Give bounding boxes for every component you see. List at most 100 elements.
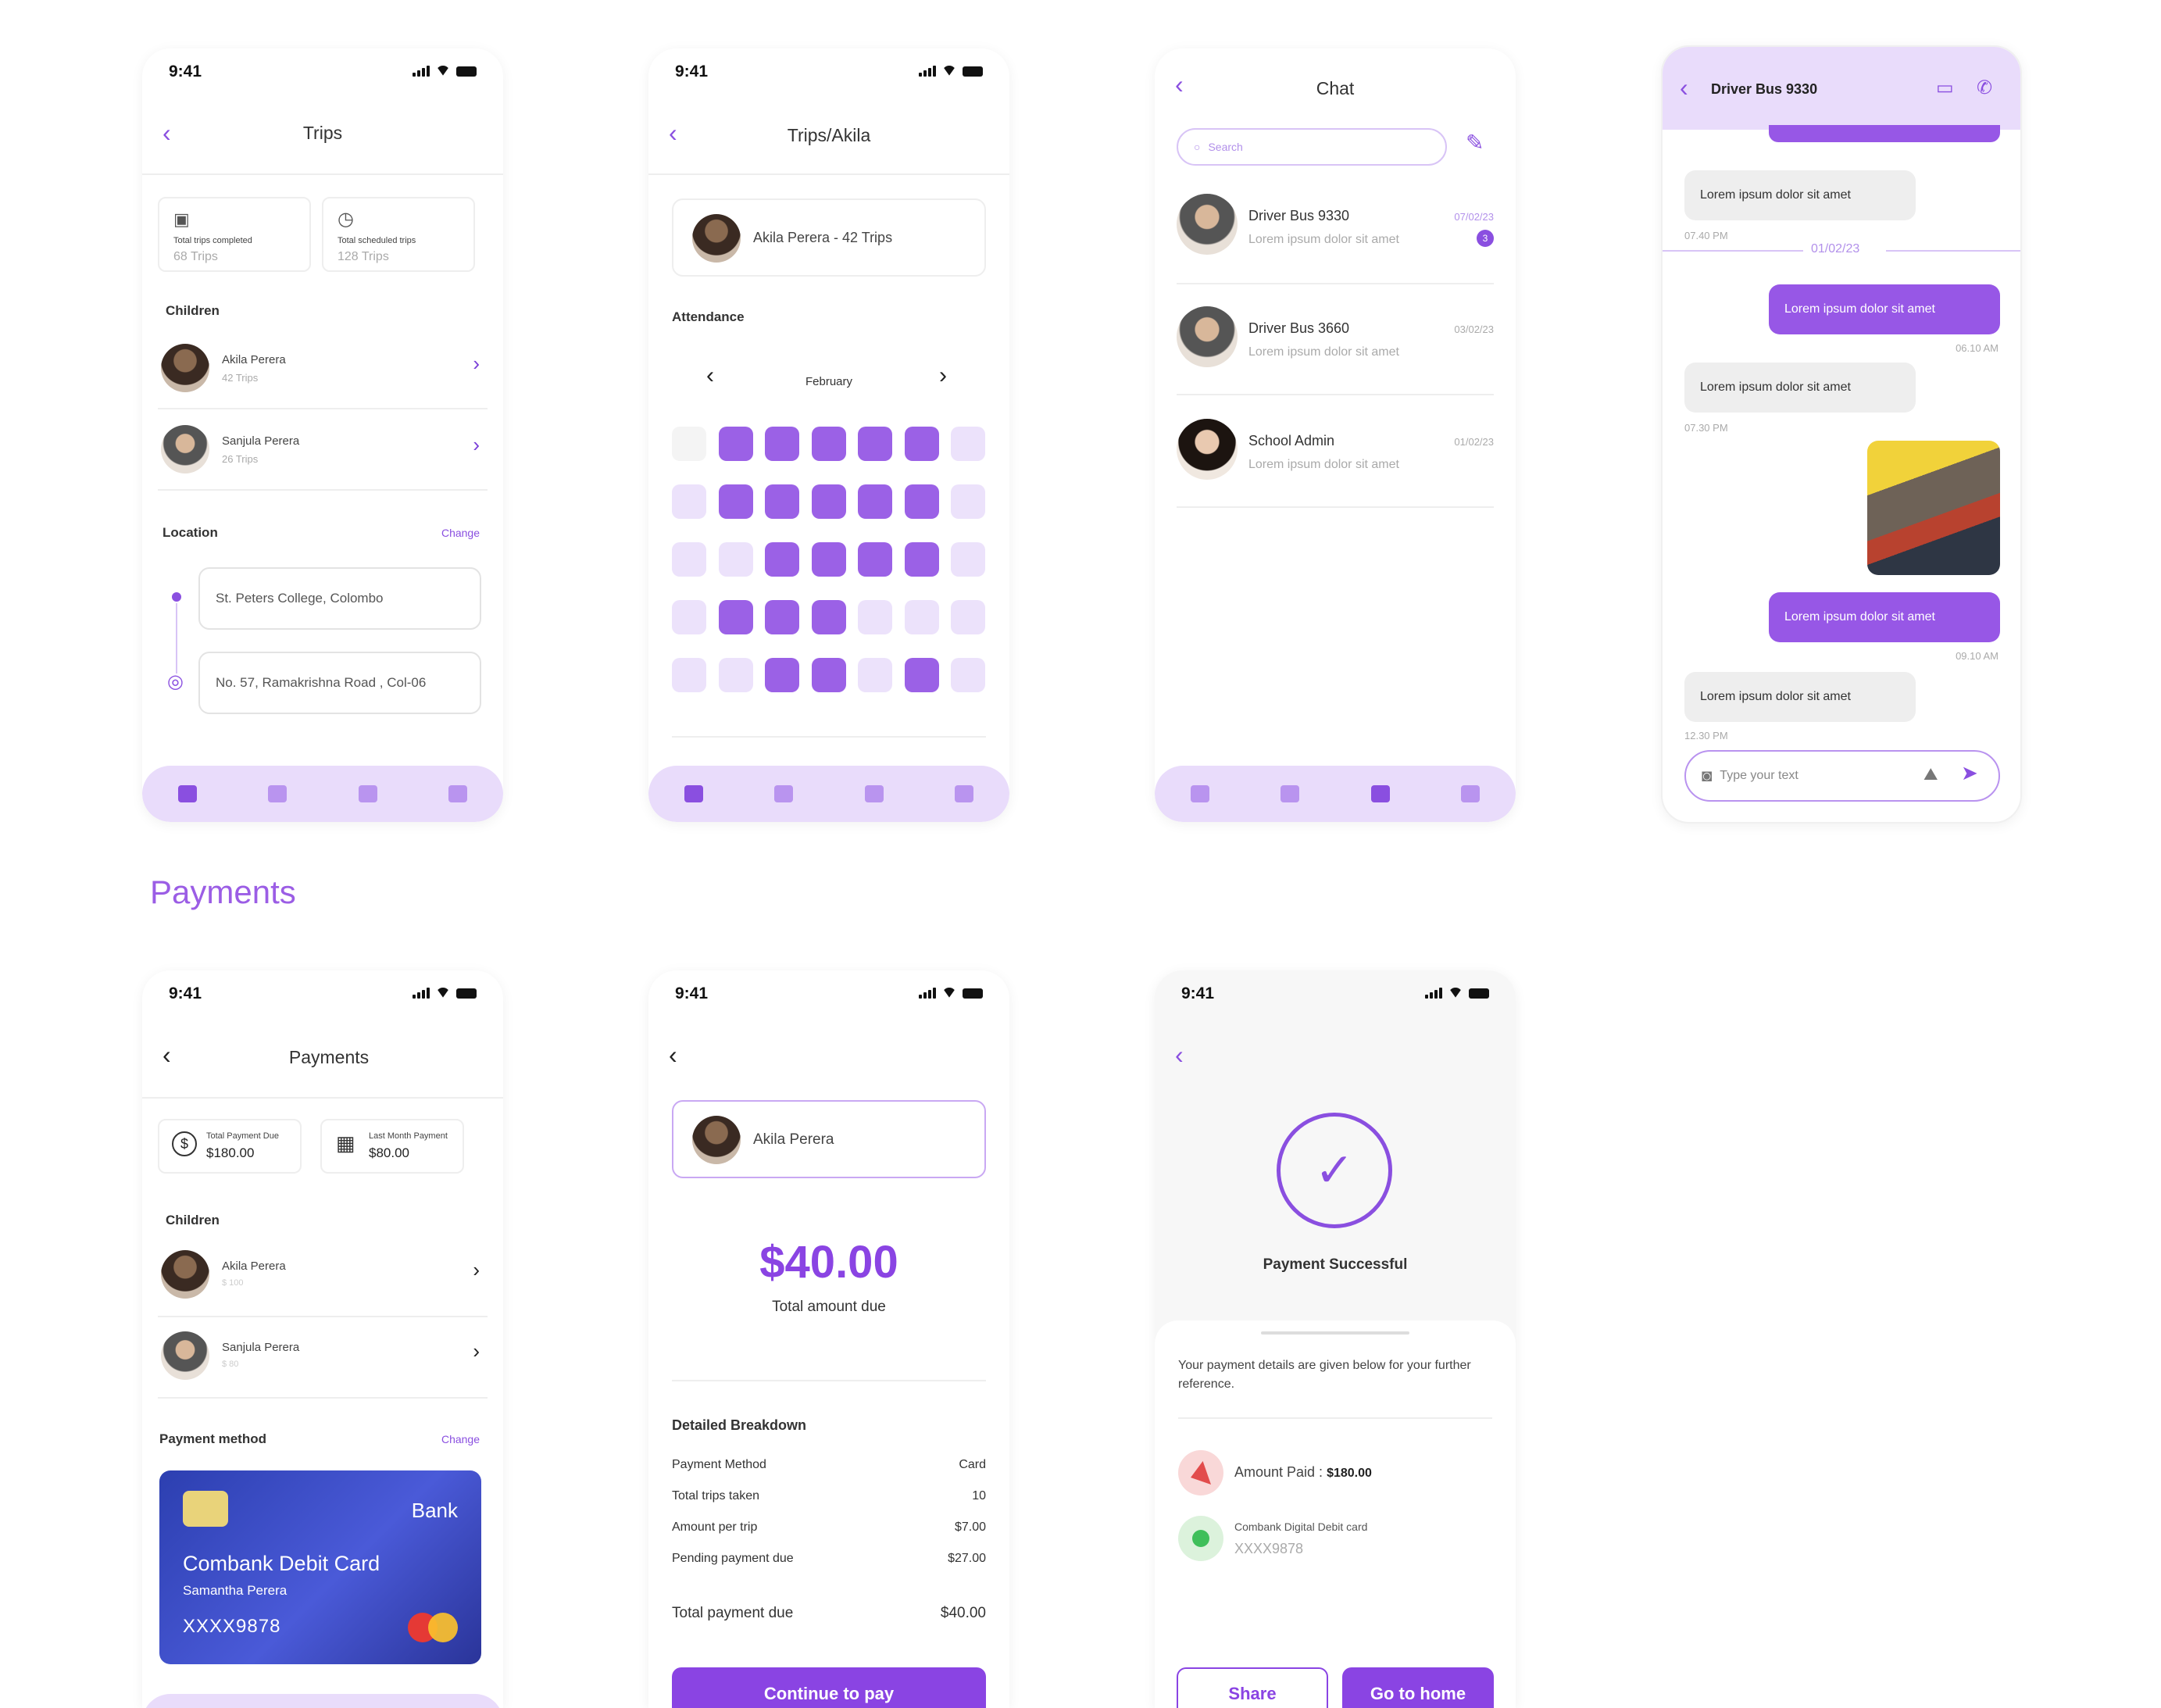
card-icon[interactable] — [448, 785, 468, 802]
child-row[interactable]: Sanjula Perera $ 80 › — [158, 1328, 488, 1395]
status-bar: 9:41 — [648, 970, 1009, 1033]
divider — [648, 173, 1009, 175]
phone-icon[interactable]: ✆ — [1977, 77, 1992, 99]
next-month-button[interactable]: › — [939, 363, 947, 389]
attendance-day — [811, 542, 846, 577]
home-icon[interactable] — [1190, 785, 1209, 802]
status-icons — [919, 988, 983, 999]
stat-label: Total trips completed — [173, 236, 252, 245]
chat-icon[interactable] — [864, 785, 884, 802]
stat-card-last: ▦ Last Month Payment $80.00 — [320, 1119, 464, 1174]
bottom-nav — [1155, 766, 1516, 822]
message-time: 12.30 PM — [1684, 730, 1728, 741]
to-field[interactable]: No. 57, Ramakrishna Road , Col-06 — [198, 652, 481, 714]
chat-row[interactable]: Driver Bus 3660 Lorem ipsum dolor sit am… — [1177, 306, 1494, 406]
attendance-day — [765, 658, 799, 692]
attendance-day — [765, 600, 799, 634]
chat-icon[interactable] — [358, 785, 377, 802]
share-button[interactable]: Share — [1177, 1667, 1328, 1708]
camera-icon[interactable]: ◙ — [1702, 766, 1712, 786]
home-icon[interactable] — [684, 785, 703, 802]
divider — [158, 489, 488, 491]
continue-to-pay-button[interactable]: Continue to pay — [672, 1667, 986, 1708]
bus-icon[interactable] — [1281, 785, 1300, 802]
bus-icon: ▣ — [173, 209, 190, 229]
chat-name: School Admin — [1248, 433, 1335, 448]
amount-paid-value: $180.00 — [1327, 1467, 1372, 1480]
attendance-day — [765, 484, 799, 519]
child-row[interactable]: Akila Perera $ 100 › — [158, 1247, 488, 1314]
child-sub: $ 100 — [222, 1278, 244, 1288]
bus-icon[interactable] — [774, 785, 794, 802]
message-bubble-in: Lorem ipsum dolor sit amet — [1684, 170, 1916, 220]
from-field[interactable]: St. Peters College, Colombo — [198, 567, 481, 630]
image-icon[interactable]: ⛰ — [1923, 764, 1938, 784]
child-name: Sanjula Perera — [222, 1341, 300, 1354]
home-icon[interactable] — [177, 785, 197, 802]
amount-due-label: Total amount due — [772, 1299, 886, 1315]
row-value: 10 — [972, 1489, 986, 1503]
attendance-day — [951, 658, 985, 692]
search-input[interactable]: ○ Search — [1177, 128, 1447, 166]
divider — [142, 1097, 503, 1099]
bottom-nav — [648, 766, 1009, 822]
back-button[interactable]: ‹ — [669, 1042, 677, 1067]
status-bar: 9:41 — [1155, 970, 1516, 1033]
divider — [1178, 1417, 1492, 1419]
payment-method-heading: Payment method — [159, 1431, 266, 1446]
attendance-day — [904, 427, 939, 461]
card-icon — [1178, 1516, 1223, 1561]
change-link[interactable]: Change — [441, 1433, 480, 1445]
battery-icon — [456, 66, 477, 77]
attendance-day — [811, 658, 846, 692]
go-to-home-button[interactable]: Go to home — [1342, 1667, 1494, 1708]
back-button[interactable]: ‹ — [1680, 75, 1688, 100]
child-selector[interactable]: Akila Perera - 42 Trips — [672, 198, 986, 277]
breakdown-row: Payment Method Card — [672, 1458, 986, 1472]
chat-list-screen: ‹ Chat ○ Search ✎ Driver Bus 9330 Lorem … — [1155, 48, 1516, 822]
send-icon[interactable]: ➤ — [1961, 761, 1978, 785]
video-call-icon[interactable]: ▭ — [1936, 77, 1954, 99]
details-sheet: Your payment details are given below for… — [1155, 1320, 1516, 1708]
bank-card[interactable]: Bank Combank Debit Card Samantha Perera … — [159, 1470, 481, 1664]
battery-icon — [963, 988, 983, 999]
child-row[interactable]: Sanjula Perera 26 Trips › — [158, 422, 488, 488]
card-number: XXXX9878 — [1234, 1541, 1304, 1556]
child-row[interactable]: Akila Perera 42 Trips › — [158, 341, 488, 414]
status-icons — [413, 988, 477, 999]
chevron-right-icon: › — [473, 352, 480, 375]
divider — [158, 408, 488, 409]
back-button[interactable]: ‹ — [1175, 1042, 1184, 1067]
child-selector[interactable]: Akila Perera — [672, 1100, 986, 1178]
avatar — [1177, 194, 1238, 255]
row-label: Pending payment due — [672, 1552, 794, 1565]
wifi-icon — [436, 66, 450, 77]
card-icon[interactable] — [955, 785, 974, 802]
chat-row[interactable]: School Admin Lorem ipsum dolor sit amet … — [1177, 419, 1494, 519]
message-input[interactable]: ◙ Type your text — [1684, 750, 2000, 802]
bus-icon[interactable] — [268, 785, 288, 802]
attendance-day — [672, 484, 706, 519]
child-sub: 26 Trips — [222, 453, 259, 465]
dollar-icon: $ — [172, 1131, 197, 1156]
avatar — [161, 344, 209, 392]
wifi-icon — [436, 988, 450, 999]
page-title: Trips — [302, 123, 343, 143]
chat-row[interactable]: Driver Bus 9330 Lorem ipsum dolor sit am… — [1177, 194, 1494, 294]
signal-icon — [1425, 988, 1442, 999]
compose-icon[interactable]: ✎ — [1466, 130, 1484, 155]
chevron-right-icon: › — [473, 433, 480, 456]
change-link[interactable]: Change — [441, 527, 480, 539]
message-bubble-out — [1769, 125, 2000, 142]
divider — [158, 1316, 488, 1317]
status-time: 9:41 — [1181, 984, 1215, 1002]
chat-icon[interactable] — [1370, 785, 1390, 802]
card-number: XXXX9878 — [183, 1616, 281, 1637]
message-time: 09.10 AM — [1956, 650, 1998, 662]
breakdown-row: Amount per trip $7.00 — [672, 1520, 986, 1535]
child-label: Akila Perera — [753, 1131, 834, 1148]
status-icons — [919, 66, 983, 77]
attendance-day — [858, 484, 892, 519]
shared-photo[interactable] — [1867, 441, 2000, 575]
card-icon[interactable] — [1461, 785, 1481, 802]
